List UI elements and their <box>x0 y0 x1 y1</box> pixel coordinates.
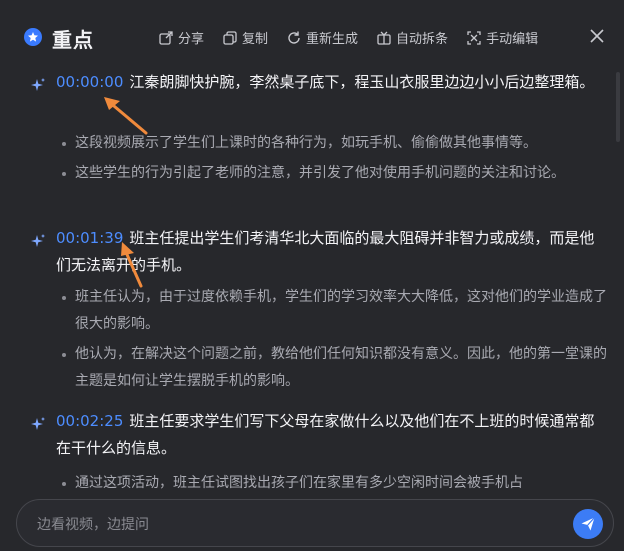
regenerate-button[interactable]: 重新生成 <box>286 28 358 47</box>
close-button[interactable] <box>588 27 606 45</box>
send-icon <box>581 517 595 531</box>
auto-split-label: 自动拆条 <box>396 32 449 47</box>
question-input-bar <box>16 499 614 547</box>
timestamp-link[interactable]: 00:01:39 <box>56 229 123 247</box>
key-points-list: 00:00:00 江秦朗脚快护腕，李然桌子底下，程玉山衣服里边边小小后边整理箱。 … <box>0 72 624 492</box>
copy-button[interactable]: 复制 <box>222 28 268 47</box>
share-icon <box>159 30 173 45</box>
panel-header: 重点 分享 复制 重新生成 自动拆条 手动编辑 <box>0 0 624 72</box>
page-title: 重点 <box>52 28 94 52</box>
share-button[interactable]: 分享 <box>158 28 204 47</box>
copy-icon <box>223 30 237 45</box>
key-point-detail: 这段视频展示了学生们上课时的各种行为，如玩手机、偷偷做其他事情等。 <box>60 130 608 157</box>
sparkle-icon <box>31 234 45 247</box>
timestamp-link[interactable]: 00:02:25 <box>56 412 123 430</box>
key-point-detail: 这些学生的行为引起了老师的注意，并引发了他对使用手机问题的关注和讨论。 <box>60 160 608 187</box>
copy-label: 复制 <box>242 32 269 47</box>
close-icon <box>590 29 604 43</box>
star-icon <box>24 28 42 46</box>
key-point-headline: 江秦朗脚快护腕，李然桌子底下，程玉山衣服里边边小小后边整理箱。 <box>129 73 595 91</box>
key-point-headline: 班主任要求学生们写下父母在家做什么以及他们在不上班的时候通常都在干什么的信息。 <box>56 412 595 457</box>
key-point-detail: 他认为，在解决这个问题之前，教给他们任何知识都没有意义。因此，他的第一堂课的主题… <box>60 341 608 395</box>
key-point-detail: 班主任认为，由于过度依赖手机，学生们的学习效率大大降低，这对他们的学业造成了很大… <box>60 284 608 338</box>
key-point-detail: 通过这项活动，班主任试图找出孩子们在家里有多少空闲时间会被手机占 <box>60 470 608 492</box>
key-point-headline: 班主任提出学生们考清华北大面临的最大阻碍并非智力或成绩，而是他们无法离开的手机。 <box>56 229 595 274</box>
send-button[interactable] <box>573 509 603 539</box>
sparkle-icon <box>31 417 45 430</box>
edit-icon <box>467 30 481 45</box>
manual-edit-label: 手动编辑 <box>486 32 539 47</box>
key-points-panel: 重点 分享 复制 重新生成 自动拆条 手动编辑 00:00:00 江秦朗脚快护腕… <box>0 0 624 551</box>
manual-edit-button[interactable]: 手动编辑 <box>466 28 538 47</box>
question-input[interactable] <box>35 512 559 538</box>
refresh-icon <box>288 31 300 44</box>
timestamp-link[interactable]: 00:00:00 <box>56 73 123 91</box>
scrollbar[interactable] <box>616 72 620 142</box>
sparkle-icon <box>31 78 45 91</box>
toolbar: 分享 复制 重新生成 自动拆条 手动编辑 <box>158 28 556 47</box>
split-icon <box>377 31 391 45</box>
regenerate-label: 重新生成 <box>306 32 359 47</box>
auto-split-button[interactable]: 自动拆条 <box>376 28 448 47</box>
share-label: 分享 <box>178 32 205 47</box>
